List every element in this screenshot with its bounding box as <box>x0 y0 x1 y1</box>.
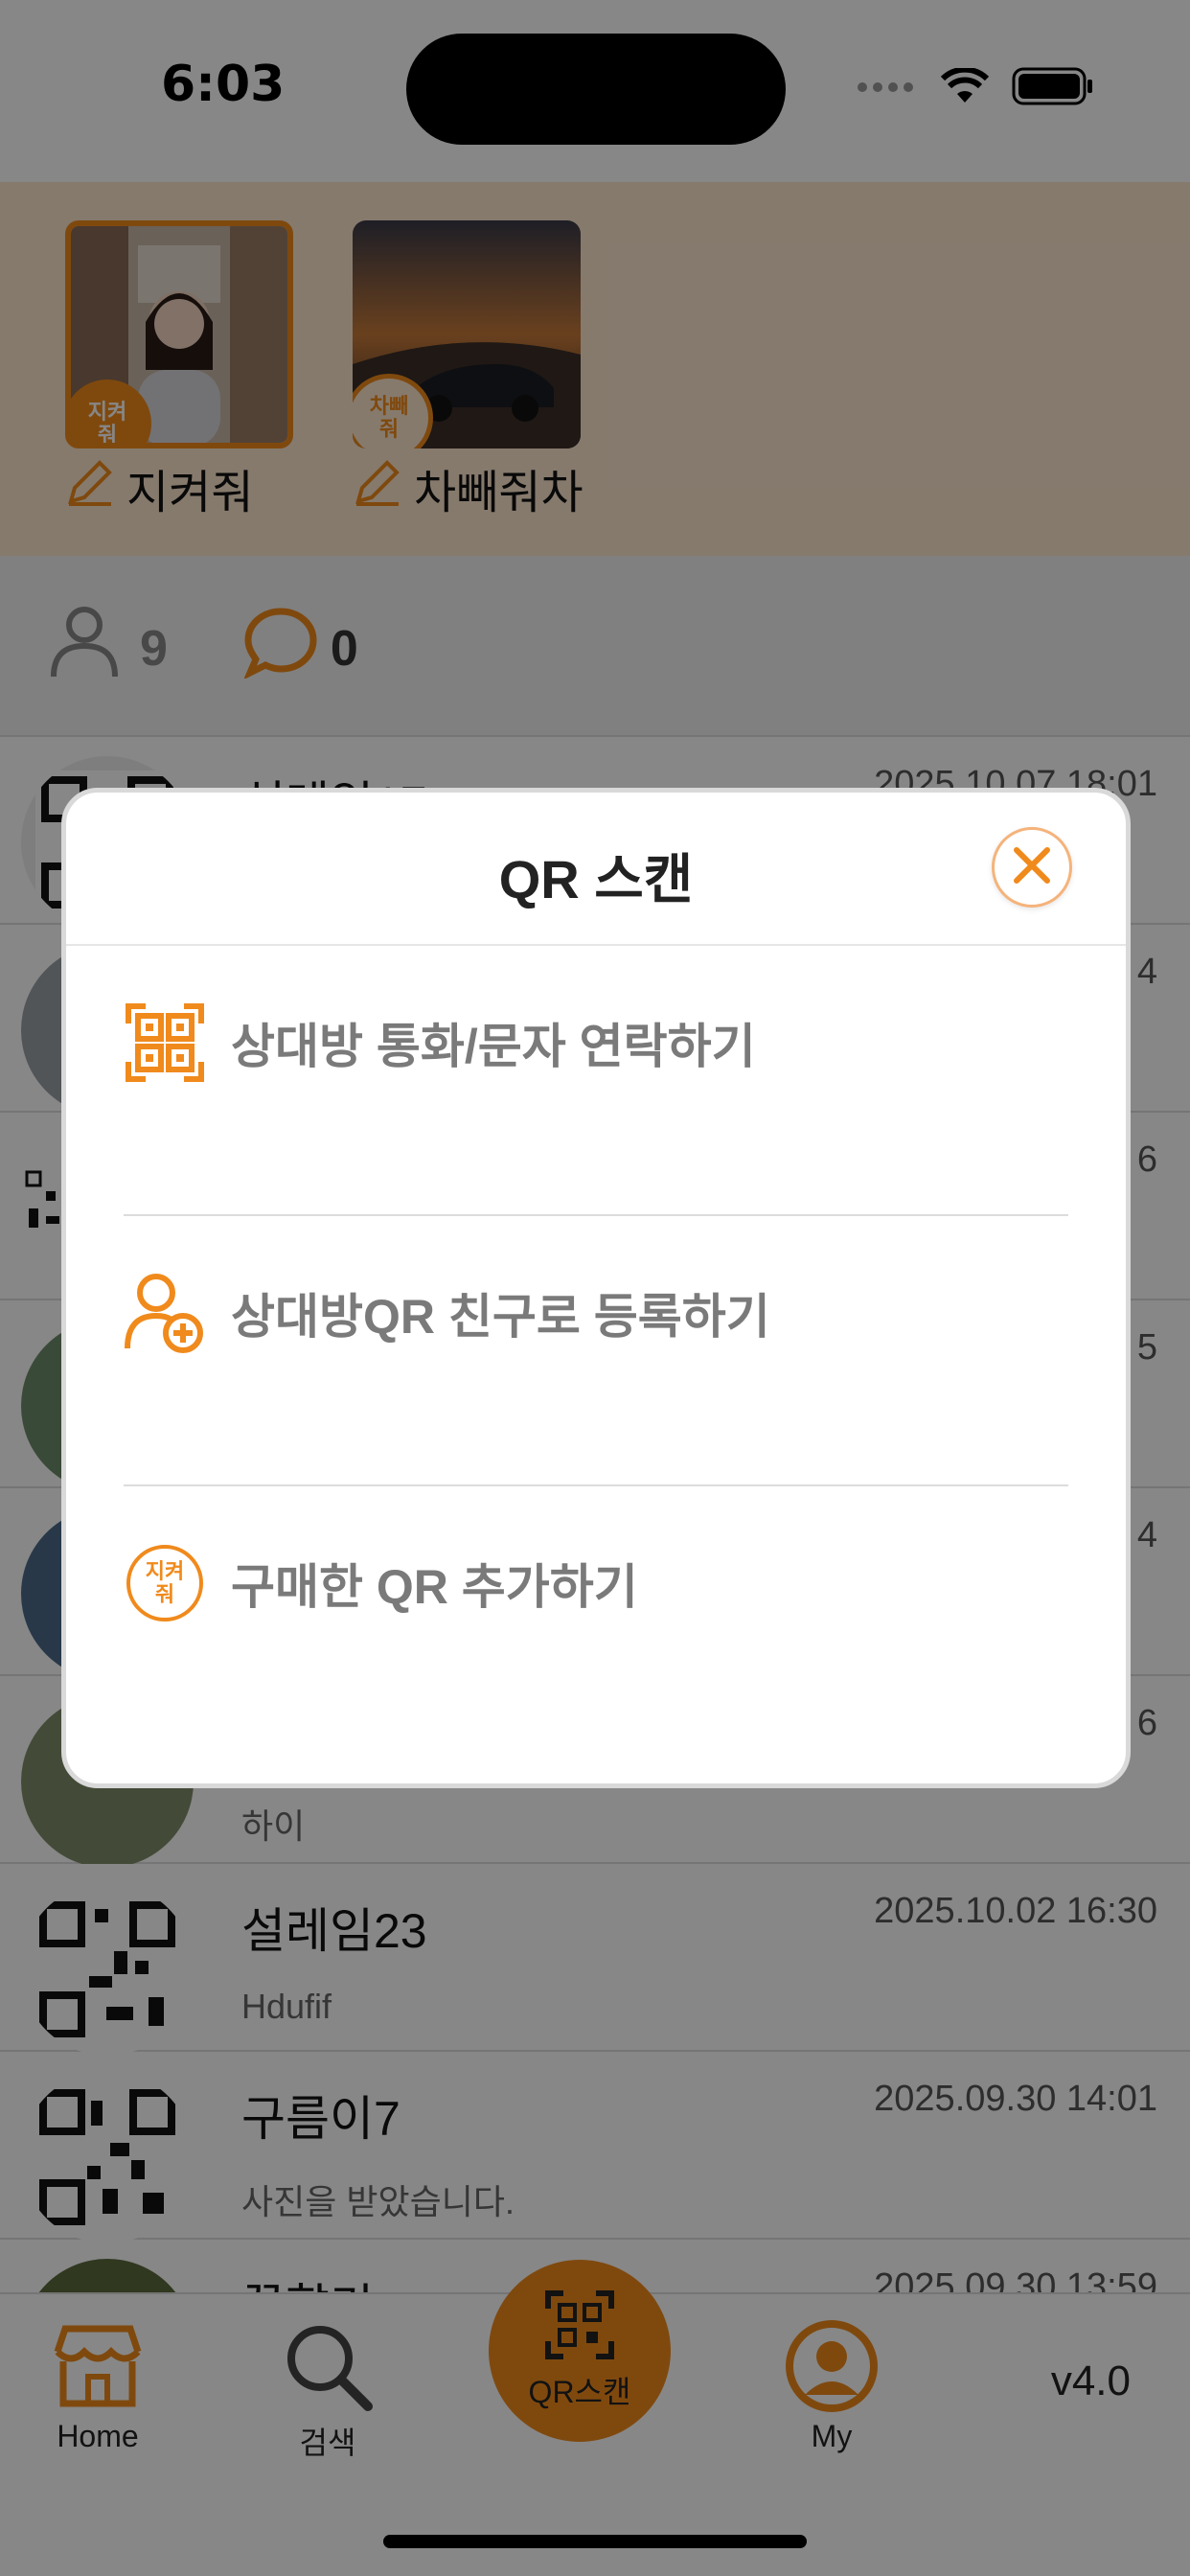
close-button[interactable] <box>992 827 1072 908</box>
option-add-purchased-qr[interactable]: 지켜 줘 구매한 QR 추가하기 <box>124 1486 1068 1757</box>
add-friend-icon <box>124 1272 206 1354</box>
badge-text: 지켜 줘 <box>126 1545 203 1622</box>
qr-scan-icon <box>124 1001 206 1084</box>
modal-header: QR 스캔 <box>66 793 1126 946</box>
home-indicator <box>383 2535 807 2548</box>
jikyeojwo-badge-icon: 지켜 줘 <box>124 1542 206 1624</box>
qr-scan-modal: QR 스캔 상대방 통화/문자 연락하기 상대방QR 친구로 등록하기 지켜 줘… <box>61 788 1131 1788</box>
option-label: 상대방 통화/문자 연락하기 <box>231 1020 756 1073</box>
close-icon <box>1011 844 1053 891</box>
modal-title: QR 스캔 <box>498 849 694 909</box>
option-contact-partner[interactable]: 상대방 통화/문자 연락하기 <box>124 946 1068 1216</box>
dynamic-island <box>406 34 786 145</box>
option-label: 구매한 QR 추가하기 <box>231 1560 638 1614</box>
option-label: 상대방QR 친구로 등록하기 <box>231 1290 770 1344</box>
option-add-friend[interactable]: 상대방QR 친구로 등록하기 <box>124 1216 1068 1486</box>
